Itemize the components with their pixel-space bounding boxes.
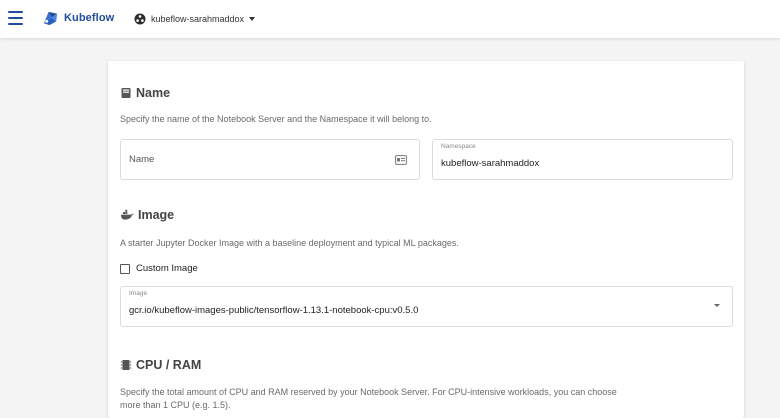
hamburger-menu-icon[interactable] bbox=[8, 11, 23, 25]
docker-icon bbox=[121, 209, 134, 220]
chevron-down-icon bbox=[249, 17, 256, 21]
kubeflow-logo-icon[interactable] bbox=[41, 9, 60, 28]
namespace-selector[interactable]: kubeflow-sarahmaddox bbox=[134, 10, 256, 28]
cpu-ram-section-title: CPU / RAM bbox=[120, 358, 201, 372]
image-section-title: Image bbox=[120, 208, 174, 222]
image-select-label: Image bbox=[129, 290, 148, 297]
namespace-field-value: kubeflow-sarahmaddox bbox=[441, 158, 540, 169]
cpu-ram-section-title-text: CPU / RAM bbox=[136, 358, 202, 372]
checkbox-icon[interactable] bbox=[120, 263, 130, 274]
name-section-title: Name bbox=[120, 86, 170, 100]
name-field-placeholder: Name bbox=[129, 154, 155, 165]
image-section-description: A starter Jupyter Docker Image with a ba… bbox=[120, 238, 459, 248]
top-app-bar: Kubeflow kubeflow-sarahmaddox bbox=[0, 0, 780, 38]
image-select-value: gcr.io/kubeflow-images-public/tensorflow… bbox=[129, 305, 419, 316]
cpu-ram-section-description: Specify the total amount of CPU and RAM … bbox=[120, 387, 617, 397]
custom-image-label: Custom Image bbox=[136, 263, 198, 274]
image-select[interactable]: Image gcr.io/kubeflow-images-public/tens… bbox=[120, 286, 733, 327]
app-name[interactable]: Kubeflow bbox=[64, 12, 114, 24]
name-field[interactable]: Name bbox=[120, 139, 420, 180]
dropdown-arrow-icon bbox=[714, 304, 720, 307]
badge-icon bbox=[395, 155, 407, 165]
memory-chip-icon bbox=[120, 360, 132, 370]
name-section-description: Specify the name of the Notebook Server … bbox=[120, 114, 432, 124]
new-notebook-form-card: Name Specify the name of the Notebook Se… bbox=[108, 61, 744, 418]
namespace-field[interactable]: Namespace kubeflow-sarahmaddox bbox=[432, 139, 733, 180]
namespace-field-label: Namespace bbox=[441, 143, 476, 150]
image-section-title-text: Image bbox=[138, 208, 175, 222]
namespace-icon bbox=[134, 13, 146, 25]
name-section-title-text: Name bbox=[136, 86, 171, 100]
custom-image-checkbox[interactable]: Custom Image bbox=[120, 263, 198, 274]
book-icon bbox=[121, 88, 131, 98]
namespace-selector-label: kubeflow-sarahmaddox bbox=[151, 14, 245, 24]
cpu-ram-section-description-continued: more than 1 CPU (e.g. 1.5). bbox=[120, 400, 231, 410]
